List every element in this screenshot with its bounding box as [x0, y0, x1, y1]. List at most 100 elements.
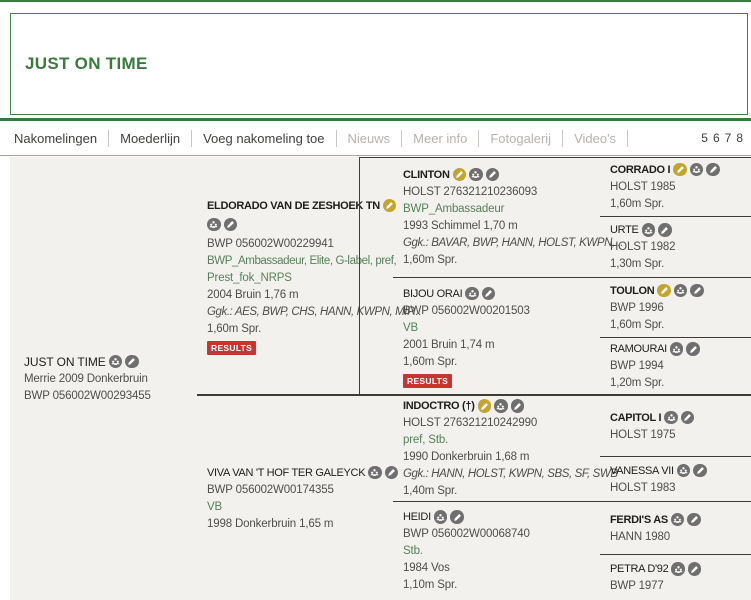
horse-name-row: BIJOU ORAI	[403, 285, 600, 303]
pedigree-cell-g4-1: CORRADO I HOLST 1985 1,60m Spr.	[600, 157, 751, 217]
generation-8-button[interactable]: 8	[736, 131, 743, 145]
approved-studbooks: Ggk.: HANN, HOLST, KWPN, SBS, SF, SWB	[403, 466, 600, 483]
registry-year: BWP 1977	[610, 578, 751, 595]
predicates: pref, Stb.	[403, 432, 600, 449]
generation-7-button[interactable]: 7	[725, 131, 732, 145]
horse-name-link[interactable]: CLINTON	[403, 169, 450, 181]
generation-selector: 5 6 7 8	[701, 131, 745, 145]
gold-pencil-icon[interactable]	[478, 399, 492, 413]
horse-name-link[interactable]: PETRA D'92	[610, 563, 668, 575]
offspring-people-icon[interactable]	[664, 411, 678, 425]
offspring-people-icon[interactable]	[642, 223, 656, 237]
pedigree-top-border	[359, 157, 751, 158]
approved-studbooks: Ggk.: BAVAR, BWP, HANN, HOLST, KWPN,...	[403, 235, 600, 252]
horse-name-link[interactable]: CAPITOL I	[610, 412, 661, 424]
horse-name-link[interactable]: URTE	[610, 224, 639, 236]
pedigree-cell-g4-5: CAPITOL I HOLST 1975	[600, 396, 751, 457]
pedigree-cell-g4-3: TOULON BWP 1996 1,60m Spr.	[600, 278, 751, 338]
offspring-people-icon[interactable]	[677, 464, 691, 478]
horse-name-row: CLINTON	[403, 166, 600, 184]
horse-name-link[interactable]: JUST ON TIME	[24, 355, 106, 369]
horse-name-row: PETRA D'92	[610, 560, 751, 578]
offspring-people-icon[interactable]	[109, 355, 123, 369]
edit-pencil-icon[interactable]	[687, 513, 701, 527]
edit-pencil-icon[interactable]	[486, 168, 500, 182]
gold-pencil-icon[interactable]	[673, 163, 687, 177]
pedigree-cell-g4-2: URTE HOLST 1982 1,30m Spr.	[600, 217, 751, 278]
edit-pencil-icon[interactable]	[693, 464, 707, 478]
offspring-people-icon[interactable]	[469, 168, 483, 182]
pedigree-cell-g4-4: RAMOURAI BWP 1994 1,20m Spr.	[600, 338, 751, 396]
offspring-people-icon[interactable]	[434, 510, 448, 524]
offspring-people-icon[interactable]	[674, 284, 688, 298]
horse-name-link[interactable]: FERDI'S AS	[610, 514, 668, 526]
horse-name-link[interactable]: TOULON	[610, 285, 654, 297]
horse-name-link[interactable]: INDOCTRO (†)	[403, 400, 475, 412]
offspring-people-icon[interactable]	[494, 399, 508, 413]
predicates: Stb.	[403, 543, 600, 560]
horse-name-link[interactable]: VIVA VAN 'T HOF TER GALEYCK	[207, 467, 365, 479]
generation-5-button[interactable]: 5	[701, 131, 708, 145]
predicates: BWP_Ambassadeur, Elite, G-label, pref,	[207, 253, 393, 270]
offspring-people-icon[interactable]	[670, 342, 684, 356]
sport-level: 1,20m Spr.	[610, 375, 751, 392]
edit-pencil-icon[interactable]	[450, 510, 464, 524]
edit-pencil-icon[interactable]	[690, 284, 704, 298]
tab-videos: Video's	[563, 130, 628, 147]
year-color-height: 2004 Bruin 1,76 m	[207, 287, 393, 304]
tab-moederlijn[interactable]: Moederlijn	[109, 130, 192, 147]
horse-icon-row	[207, 216, 393, 234]
horse-name-link[interactable]: VANESSA VII	[610, 465, 674, 477]
tab-nakomelingen[interactable]: Nakomelingen	[14, 130, 109, 147]
tab-bar: Nakomelingen Moederlijn Voeg nakomeling …	[0, 121, 751, 156]
offspring-people-icon[interactable]	[368, 466, 382, 480]
pedigree-cell-sire-dam: BIJOU ORAI BWP 056002W00201503 VB 2001 B…	[393, 278, 600, 396]
horse-name-row: RAMOURAI	[610, 340, 751, 358]
offspring-people-icon[interactable]	[207, 218, 221, 232]
tab-meer-info: Meer info	[402, 130, 479, 147]
approved-studbooks: Ggk.: AES, BWP, CHS, HANN, KWPN, MIP...	[207, 304, 393, 321]
edit-pencil-icon[interactable]	[482, 287, 496, 301]
horse-name-link[interactable]: CORRADO I	[610, 164, 670, 176]
edit-pencil-icon[interactable]	[681, 411, 695, 425]
predicates: BWP_Ambassadeur	[403, 201, 600, 218]
year-color-height: 1998 Donkerbruin 1,65 m	[207, 516, 393, 533]
horse-name-row: FERDI'S AS	[610, 511, 751, 529]
edit-pencil-icon[interactable]	[125, 355, 139, 369]
sport-level: 1,10m Spr.	[403, 577, 600, 594]
registry-number: BWP 056002W00174355	[207, 482, 393, 499]
edit-pencil-icon[interactable]	[686, 342, 700, 356]
edit-pencil-icon[interactable]	[511, 399, 525, 413]
results-badge[interactable]: RESULTS	[403, 374, 452, 388]
edit-pencil-icon[interactable]	[658, 223, 672, 237]
edit-pencil-icon[interactable]	[224, 218, 238, 232]
gold-pencil-icon[interactable]	[657, 284, 671, 298]
registry-year: HOLST 1975	[610, 427, 751, 444]
generation-6-button[interactable]: 6	[713, 131, 720, 145]
horse-name-row: URTE	[610, 221, 751, 239]
offspring-people-icon[interactable]	[690, 163, 704, 177]
pedigree-cell-g4-6: VANESSA VII HOLST 1983	[600, 457, 751, 502]
registry-year: BWP 1994	[610, 358, 751, 375]
pedigree-cell-subject: JUST ON TIME Merrie 2009 Donkerbruin BWP…	[10, 157, 197, 600]
offspring-people-icon[interactable]	[671, 513, 685, 527]
horse-name-link[interactable]: ELDORADO VAN DE ZESHOEK TN	[207, 200, 380, 212]
sport-level: 1,60m Spr.	[207, 321, 393, 338]
horse-name-link[interactable]: HEIDI	[403, 511, 431, 523]
offspring-people-icon[interactable]	[671, 562, 685, 576]
year-color-height: 1990 Donkerbruin 1,68 m	[403, 449, 600, 466]
edit-pencil-icon[interactable]	[706, 163, 720, 177]
gold-pencil-icon[interactable]	[453, 168, 467, 182]
offspring-people-icon[interactable]	[465, 287, 479, 301]
registry-year: HOLST 1985	[610, 179, 751, 196]
top-accent-line	[0, 0, 751, 2]
registry-number: HOLST 276321210236093	[403, 184, 600, 201]
registry-number: BWP 056002W00229941	[207, 236, 393, 253]
edit-pencil-icon[interactable]	[688, 562, 702, 576]
horse-name-link[interactable]: RAMOURAI	[610, 343, 667, 355]
horse-name-link[interactable]: BIJOU ORAI	[403, 288, 462, 300]
horse-name-row: VANESSA VII	[610, 462, 751, 480]
results-badge[interactable]: RESULTS	[207, 341, 256, 355]
tab-voeg-nakomeling-toe[interactable]: Voeg nakomeling toe	[192, 130, 336, 147]
registry-number: BWP 056002W00201503	[403, 303, 600, 320]
